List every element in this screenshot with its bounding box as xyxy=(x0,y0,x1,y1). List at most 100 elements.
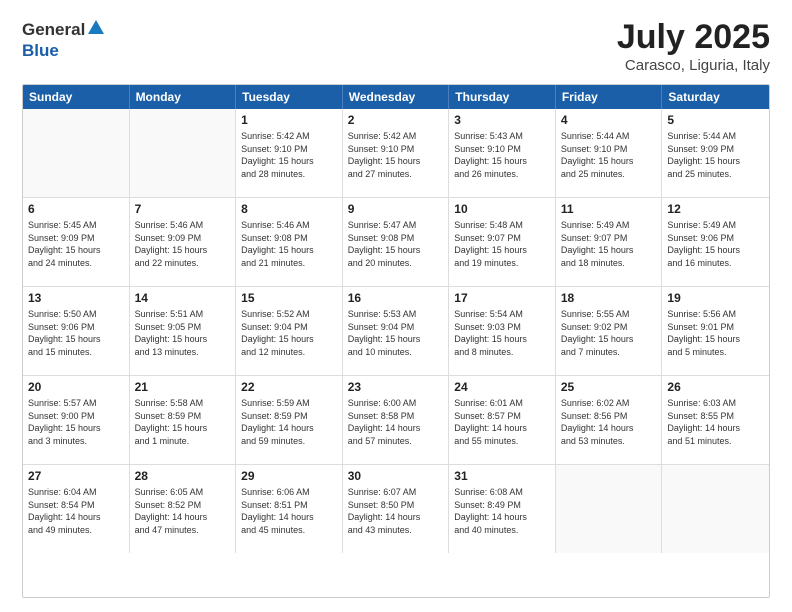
cal-cell-9: 9Sunrise: 5:47 AM Sunset: 9:08 PM Daylig… xyxy=(343,198,450,286)
cal-cell-31: 31 Sunrise: 6:08 AM Sunset: 8:49 PM Dayli… xyxy=(449,465,556,553)
day-number: 8 xyxy=(241,202,337,216)
day-number: 31 xyxy=(454,469,550,483)
header-day-sunday: Sunday xyxy=(23,85,130,109)
cell-info: Sunrise: 5:51 AM Sunset: 9:05 PM Dayligh… xyxy=(135,308,231,358)
cal-cell-13: 13 Sunrise: 5:50 AM Sunset: 9:06 PM Dayli… xyxy=(23,287,130,375)
cal-cell-empty xyxy=(130,109,237,197)
cell-info: Sunrise: 5:42 AM Sunset: 9:10 PM Dayligh… xyxy=(241,130,337,180)
day-number: 6 xyxy=(28,202,124,216)
day-number: 4 xyxy=(561,113,657,127)
cell-info: Sunrise: 5:50 AM Sunset: 9:06 PM Dayligh… xyxy=(28,308,124,358)
cal-cell-6: 6 Sunrise: 5:45 AM Sunset: 9:09 PM Daylig… xyxy=(23,198,130,286)
cal-cell-14: 14 Sunrise: 5:51 AM Sunset: 9:05 PM Dayli… xyxy=(130,287,237,375)
cell-info: Sunrise: 5:44 AM Sunset: 9:09 PM Dayligh… xyxy=(667,130,764,180)
cell-info: Sunrise: 5:49 AM Sunset: 9:07 PM Dayligh… xyxy=(561,219,657,269)
day-number: 12 xyxy=(667,202,764,216)
cal-cell-5: 5 Sunrise: 5:44 AM Sunset: 9:09 PM Daylig… xyxy=(662,109,769,197)
day-number: 19 xyxy=(667,291,764,305)
cal-cell-19: 19 Sunrise: 5:56 AM Sunset: 9:01 PM Dayli… xyxy=(662,287,769,375)
cell-info: Sunrise: 5:48 AM Sunset: 9:07 PM Dayligh… xyxy=(454,219,550,269)
cell-info: Sunrise: 6:01 AM Sunset: 8:57 PM Dayligh… xyxy=(454,397,550,447)
logo: General Blue xyxy=(22,18,106,61)
logo-icon xyxy=(87,18,105,36)
cal-cell-26: 26 Sunrise: 6:03 AM Sunset: 8:55 PM Dayli… xyxy=(662,376,769,464)
cal-week-2: 6 Sunrise: 5:45 AM Sunset: 9:09 PM Daylig… xyxy=(23,197,769,286)
day-number: 22 xyxy=(241,380,337,394)
cell-info: Sunrise: 6:05 AM Sunset: 8:52 PM Dayligh… xyxy=(135,486,231,536)
day-number: 5 xyxy=(667,113,764,127)
cell-info: Sunrise: 5:49 AM Sunset: 9:06 PM Dayligh… xyxy=(667,219,764,269)
cell-info: Sunrise: 5:55 AM Sunset: 9:02 PM Dayligh… xyxy=(561,308,657,358)
day-number: 13 xyxy=(28,291,124,305)
cal-cell-11: 11 Sunrise: 5:49 AM Sunset: 9:07 PM Dayli… xyxy=(556,198,663,286)
cal-cell-empty xyxy=(23,109,130,197)
cal-cell-30: 30 Sunrise: 6:07 AM Sunset: 8:50 PM Dayli… xyxy=(343,465,450,553)
day-number: 18 xyxy=(561,291,657,305)
cal-week-4: 20 Sunrise: 5:57 AM Sunset: 9:00 PM Dayli… xyxy=(23,375,769,464)
calendar-header: SundayMondayTuesdayWednesdayThursdayFrid… xyxy=(23,85,769,109)
cal-week-1: 1Sunrise: 5:42 AM Sunset: 9:10 PM Daylig… xyxy=(23,109,769,197)
day-number: 14 xyxy=(135,291,231,305)
cal-cell-21: 21Sunrise: 5:58 AM Sunset: 8:59 PM Dayli… xyxy=(130,376,237,464)
cell-info: Sunrise: 6:00 AM Sunset: 8:58 PM Dayligh… xyxy=(348,397,444,447)
day-number: 29 xyxy=(241,469,337,483)
day-number: 10 xyxy=(454,202,550,216)
cal-cell-28: 28Sunrise: 6:05 AM Sunset: 8:52 PM Dayli… xyxy=(130,465,237,553)
day-number: 17 xyxy=(454,291,550,305)
cell-info: Sunrise: 5:43 AM Sunset: 9:10 PM Dayligh… xyxy=(454,130,550,180)
day-number: 9 xyxy=(348,202,444,216)
day-number: 11 xyxy=(561,202,657,216)
cal-cell-20: 20 Sunrise: 5:57 AM Sunset: 9:00 PM Dayli… xyxy=(23,376,130,464)
cal-cell-17: 17Sunrise: 5:54 AM Sunset: 9:03 PM Dayli… xyxy=(449,287,556,375)
header: General Blue July 2025 Carasco, Liguria,… xyxy=(22,18,770,74)
cal-cell-4: 4Sunrise: 5:44 AM Sunset: 9:10 PM Daylig… xyxy=(556,109,663,197)
day-number: 26 xyxy=(667,380,764,394)
cal-cell-15: 15Sunrise: 5:52 AM Sunset: 9:04 PM Dayli… xyxy=(236,287,343,375)
cell-info: Sunrise: 6:08 AM Sunset: 8:49 PM Dayligh… xyxy=(454,486,550,536)
cal-cell-23: 23 Sunrise: 6:00 AM Sunset: 8:58 PM Dayli… xyxy=(343,376,450,464)
cell-info: Sunrise: 6:02 AM Sunset: 8:56 PM Dayligh… xyxy=(561,397,657,447)
cell-info: Sunrise: 5:57 AM Sunset: 9:00 PM Dayligh… xyxy=(28,397,124,447)
cell-info: Sunrise: 6:04 AM Sunset: 8:54 PM Dayligh… xyxy=(28,486,124,536)
page: General Blue July 2025 Carasco, Liguria,… xyxy=(0,0,792,612)
location-title: Carasco, Liguria, Italy xyxy=(617,57,770,74)
header-day-monday: Monday xyxy=(130,85,237,109)
logo-blue: Blue xyxy=(22,41,59,60)
cell-info: Sunrise: 6:07 AM Sunset: 8:50 PM Dayligh… xyxy=(348,486,444,536)
day-number: 16 xyxy=(348,291,444,305)
cal-cell-10: 10 Sunrise: 5:48 AM Sunset: 9:07 PM Dayli… xyxy=(449,198,556,286)
cal-cell-2: 2Sunrise: 5:42 AM Sunset: 9:10 PM Daylig… xyxy=(343,109,450,197)
calendar: SundayMondayTuesdayWednesdayThursdayFrid… xyxy=(22,84,770,598)
title-block: July 2025 Carasco, Liguria, Italy xyxy=(617,18,770,74)
cal-cell-12: 12 Sunrise: 5:49 AM Sunset: 9:06 PM Dayli… xyxy=(662,198,769,286)
header-day-thursday: Thursday xyxy=(449,85,556,109)
day-number: 3 xyxy=(454,113,550,127)
cal-cell-24: 24Sunrise: 6:01 AM Sunset: 8:57 PM Dayli… xyxy=(449,376,556,464)
cal-cell-29: 29 Sunrise: 6:06 AM Sunset: 8:51 PM Dayli… xyxy=(236,465,343,553)
day-number: 20 xyxy=(28,380,124,394)
day-number: 27 xyxy=(28,469,124,483)
day-number: 30 xyxy=(348,469,444,483)
cell-info: Sunrise: 5:45 AM Sunset: 9:09 PM Dayligh… xyxy=(28,219,124,269)
day-number: 21 xyxy=(135,380,231,394)
cell-info: Sunrise: 6:06 AM Sunset: 8:51 PM Dayligh… xyxy=(241,486,337,536)
cal-week-3: 13 Sunrise: 5:50 AM Sunset: 9:06 PM Dayli… xyxy=(23,286,769,375)
day-number: 25 xyxy=(561,380,657,394)
cal-cell-empty xyxy=(556,465,663,553)
cell-info: Sunrise: 5:56 AM Sunset: 9:01 PM Dayligh… xyxy=(667,308,764,358)
cal-cell-16: 16Sunrise: 5:53 AM Sunset: 9:04 PM Dayli… xyxy=(343,287,450,375)
calendar-body: 1Sunrise: 5:42 AM Sunset: 9:10 PM Daylig… xyxy=(23,109,769,553)
day-number: 2 xyxy=(348,113,444,127)
cal-cell-25: 25 Sunrise: 6:02 AM Sunset: 8:56 PM Dayli… xyxy=(556,376,663,464)
header-day-tuesday: Tuesday xyxy=(236,85,343,109)
cal-cell-7: 7 Sunrise: 5:46 AM Sunset: 9:09 PM Daylig… xyxy=(130,198,237,286)
cal-cell-27: 27 Sunrise: 6:04 AM Sunset: 8:54 PM Dayli… xyxy=(23,465,130,553)
cell-info: Sunrise: 5:59 AM Sunset: 8:59 PM Dayligh… xyxy=(241,397,337,447)
month-title: July 2025 xyxy=(617,18,770,57)
cell-info: Sunrise: 6:03 AM Sunset: 8:55 PM Dayligh… xyxy=(667,397,764,447)
cal-cell-8: 8Sunrise: 5:46 AM Sunset: 9:08 PM Daylig… xyxy=(236,198,343,286)
day-number: 7 xyxy=(135,202,231,216)
cell-info: Sunrise: 5:46 AM Sunset: 9:09 PM Dayligh… xyxy=(135,219,231,269)
header-day-friday: Friday xyxy=(556,85,663,109)
day-number: 23 xyxy=(348,380,444,394)
